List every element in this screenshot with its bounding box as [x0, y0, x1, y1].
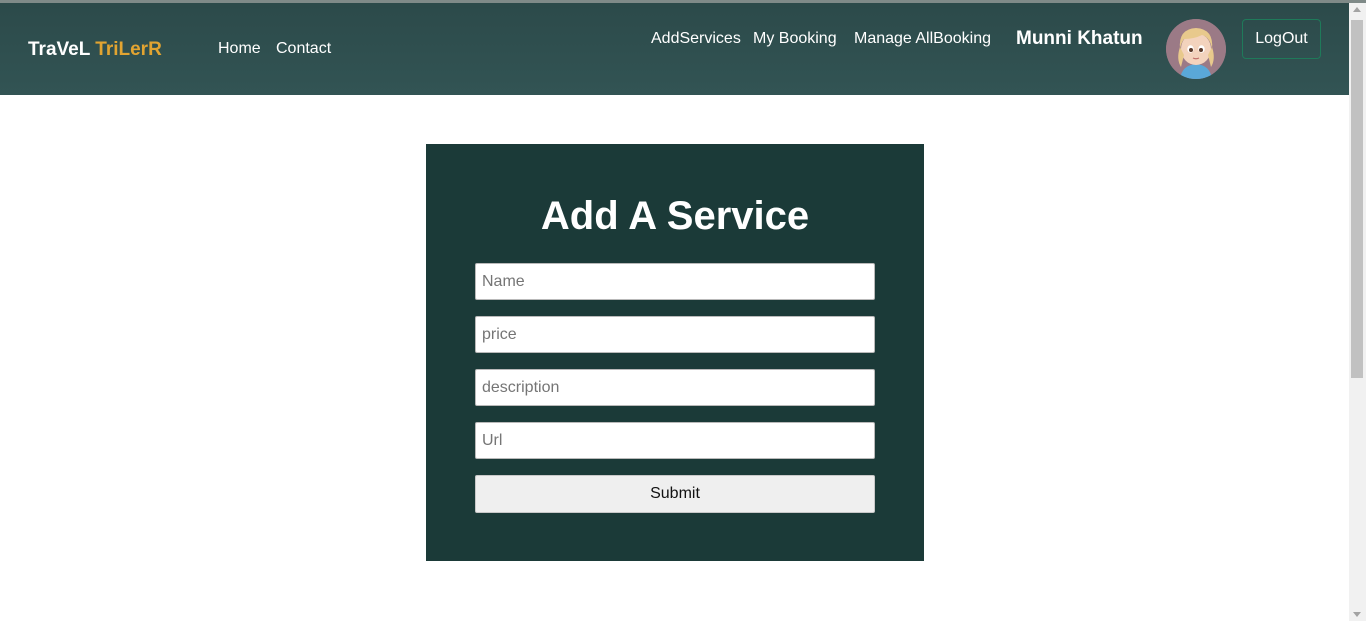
- navbar: TraVeL TriLerR Home Contact AddServices …: [0, 3, 1349, 95]
- brand-logo[interactable]: TraVeL TriLerR: [28, 39, 162, 61]
- scroll-up-arrow-icon[interactable]: [1353, 7, 1361, 12]
- user-avatar[interactable]: [1166, 19, 1226, 79]
- user-name: Munni Khatun: [1016, 28, 1143, 49]
- logout-button[interactable]: LogOut: [1242, 19, 1321, 59]
- scrollbar-thumb[interactable]: [1351, 20, 1363, 378]
- service-description-input[interactable]: [475, 369, 875, 406]
- service-url-input[interactable]: [475, 422, 875, 459]
- nav-link-contact[interactable]: Contact: [276, 40, 331, 58]
- avatar-image: [1166, 19, 1226, 79]
- vertical-scrollbar[interactable]: [1349, 3, 1366, 621]
- service-price-input[interactable]: [475, 316, 875, 353]
- form-title: Add A Service: [540, 194, 810, 238]
- brand-text-primary: TraVeL: [28, 39, 90, 60]
- nav-link-my-booking[interactable]: My Booking: [753, 30, 837, 48]
- brand-text-accent: TriLerR: [95, 39, 162, 60]
- service-name-input[interactable]: [475, 263, 875, 300]
- nav-link-add-services[interactable]: AddServices: [651, 30, 741, 48]
- nav-link-manage-all-booking[interactable]: Manage AllBooking: [854, 30, 991, 48]
- scroll-down-arrow-icon[interactable]: [1353, 612, 1361, 617]
- add-service-form: Add A Service Submit: [426, 144, 924, 561]
- submit-button[interactable]: Submit: [475, 475, 875, 513]
- nav-link-home[interactable]: Home: [218, 40, 261, 58]
